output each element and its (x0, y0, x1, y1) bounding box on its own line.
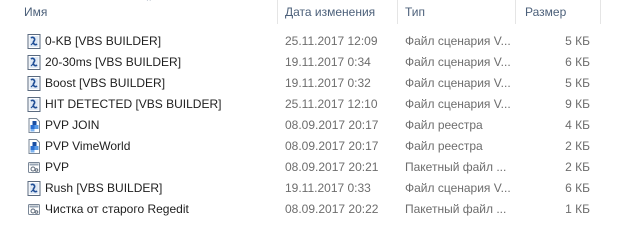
file-row[interactable]: 20-30ms [VBS BUILDER] 19.11.2017 0:34 Файл… (0, 52, 630, 73)
file-row[interactable]: Boost [VBS BUILDER] 19.11.2017 0:32 Файл с… (0, 73, 630, 94)
file-name: Rush [VBS BUILDER] (45, 181, 163, 195)
file-name: Чистка от старого Regedit (45, 202, 189, 216)
file-row[interactable]: PVP 08.09.2017 20:21 Пакетный файл ... 2 КБ (0, 157, 630, 178)
file-row[interactable]: Чистка от старого Regedit 08.09.2017 20:2… (0, 199, 630, 220)
file-size: 5 КБ (565, 76, 590, 90)
file-name: PVP JOIN (45, 118, 100, 132)
file-type: Файл сценария V... (405, 34, 511, 48)
column-header-bar: Имя ⌃ Дата изменения Тип Размер (0, 0, 630, 24)
vbs-script-icon (27, 34, 41, 49)
file-date-modified: 08.09.2017 20:21 (285, 160, 379, 174)
batch-file-icon (27, 160, 41, 175)
file-type: Файл сценария V... (405, 181, 511, 195)
vbs-script-icon (27, 76, 41, 91)
file-date-modified: 25.11.2017 12:10 (285, 97, 378, 111)
file-row[interactable]: 0-KB [VBS BUILDER] 25.11.2017 12:09 Файл с… (0, 31, 630, 52)
file-size: 2 КБ (565, 160, 590, 174)
column-header-date[interactable]: Дата изменения (285, 0, 397, 24)
sort-chevron-icon: ⌃ (145, 0, 153, 7)
file-name: Boost [VBS BUILDER] (45, 76, 166, 90)
file-date-modified: 19.11.2017 0:34 (285, 55, 371, 69)
file-date-modified: 08.09.2017 20:17 (285, 118, 379, 132)
file-row[interactable]: PVP JOIN 08.09.2017 20:17 Файл реестра 4 КБ (0, 115, 630, 136)
file-name: 0-KB [VBS BUILDER] (45, 34, 162, 48)
file-row[interactable]: PVP VimeWorld 08.09.2017 20:17 Файл реестр… (0, 136, 630, 157)
column-divider[interactable] (277, 0, 278, 24)
file-date-modified: 25.11.2017 12:09 (285, 34, 378, 48)
vbs-script-icon (27, 181, 41, 196)
vbs-script-icon (27, 97, 41, 112)
file-size: 5 КБ (565, 34, 590, 48)
file-type: Файл реестра (405, 139, 483, 153)
file-row[interactable]: HIT DETECTED [VBS BUILDER] 25.11.2017 12:… (0, 94, 630, 115)
file-name: 20-30ms [VBS BUILDER] (45, 55, 182, 69)
registry-file-icon (27, 139, 41, 154)
file-size: 9 КБ (565, 97, 590, 111)
file-size: 6 КБ (565, 181, 590, 195)
column-divider[interactable] (515, 0, 516, 24)
batch-file-icon (27, 202, 41, 217)
file-size: 1 КБ (565, 202, 590, 216)
registry-file-icon (27, 118, 41, 133)
column-divider[interactable] (600, 0, 601, 24)
file-list: 0-KB [VBS BUILDER] 25.11.2017 12:09 Файл с… (0, 31, 630, 220)
file-name: PVP (45, 160, 70, 174)
file-name: HIT DETECTED [VBS BUILDER] (45, 97, 222, 111)
file-size: 2 КБ (565, 139, 590, 153)
file-date-modified: 08.09.2017 20:17 (285, 139, 379, 153)
file-type: Пакетный файл ... (405, 160, 507, 174)
file-size: 6 КБ (565, 55, 590, 69)
file-type: Файл сценария V... (405, 97, 511, 111)
file-date-modified: 08.09.2017 20:22 (285, 202, 379, 216)
file-date-modified: 19.11.2017 0:32 (285, 76, 371, 90)
file-name: PVP VimeWorld (45, 139, 131, 153)
file-size: 4 КБ (565, 118, 590, 132)
vbs-script-icon (27, 55, 41, 70)
file-type: Файл сценария V... (405, 76, 511, 90)
file-row[interactable]: Rush [VBS BUILDER] 19.11.2017 0:33 Файл сц… (0, 178, 630, 199)
column-header-size[interactable]: Размер (525, 0, 600, 24)
file-type: Файл сценария V... (405, 55, 511, 69)
column-divider[interactable] (397, 0, 398, 24)
file-type: Файл реестра (405, 118, 483, 132)
file-date-modified: 19.11.2017 0:33 (285, 181, 371, 195)
file-type: Пакетный файл ... (405, 202, 507, 216)
column-header-type[interactable]: Тип (405, 0, 515, 24)
